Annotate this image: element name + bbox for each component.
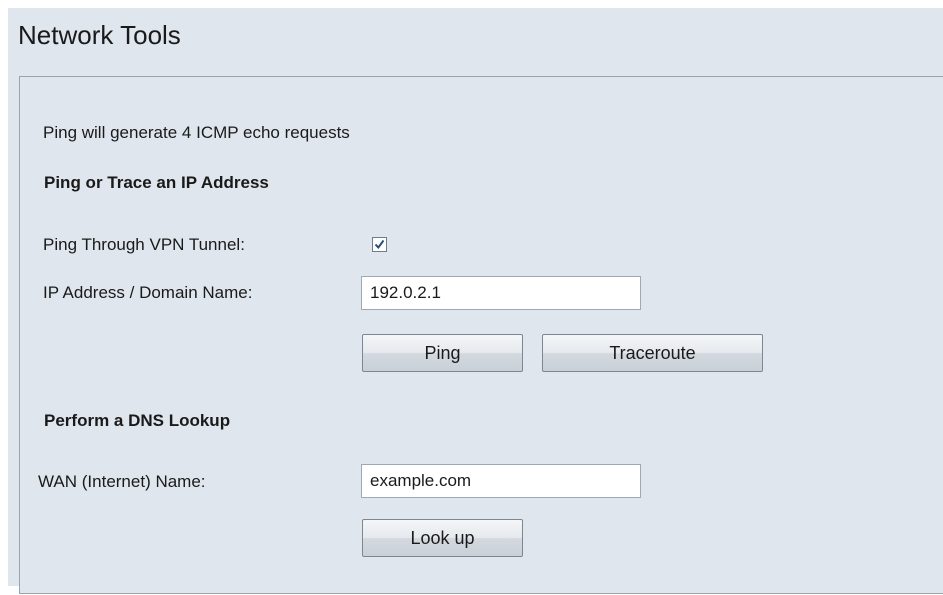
ip-address-label: IP Address / Domain Name: [43, 283, 253, 302]
title-bar: Network Tools [8, 8, 943, 64]
ping-section-heading: Ping or Trace an IP Address [44, 173, 269, 192]
wan-name-label: WAN (Internet) Name: [38, 472, 206, 491]
wan-name-input[interactable] [361, 464, 641, 498]
page-title: Network Tools [18, 20, 181, 50]
dns-section-heading: Perform a DNS Lookup [44, 411, 231, 430]
ip-address-input[interactable] [361, 276, 641, 310]
ping-info-text: Ping will generate 4 ICMP echo requests [43, 123, 350, 142]
vpn-tunnel-checkbox[interactable] [372, 237, 387, 252]
traceroute-button[interactable]: Traceroute [542, 334, 763, 372]
network-tools-panel: Ping will generate 4 ICMP echo requests … [19, 76, 943, 594]
checkmark-icon [374, 239, 385, 250]
ping-button[interactable]: Ping [362, 334, 523, 372]
vpn-tunnel-label: Ping Through VPN Tunnel: [43, 235, 245, 254]
lookup-button[interactable]: Look up [362, 519, 523, 557]
network-tools-page: Network Tools Ping will generate 4 ICMP … [8, 8, 943, 594]
